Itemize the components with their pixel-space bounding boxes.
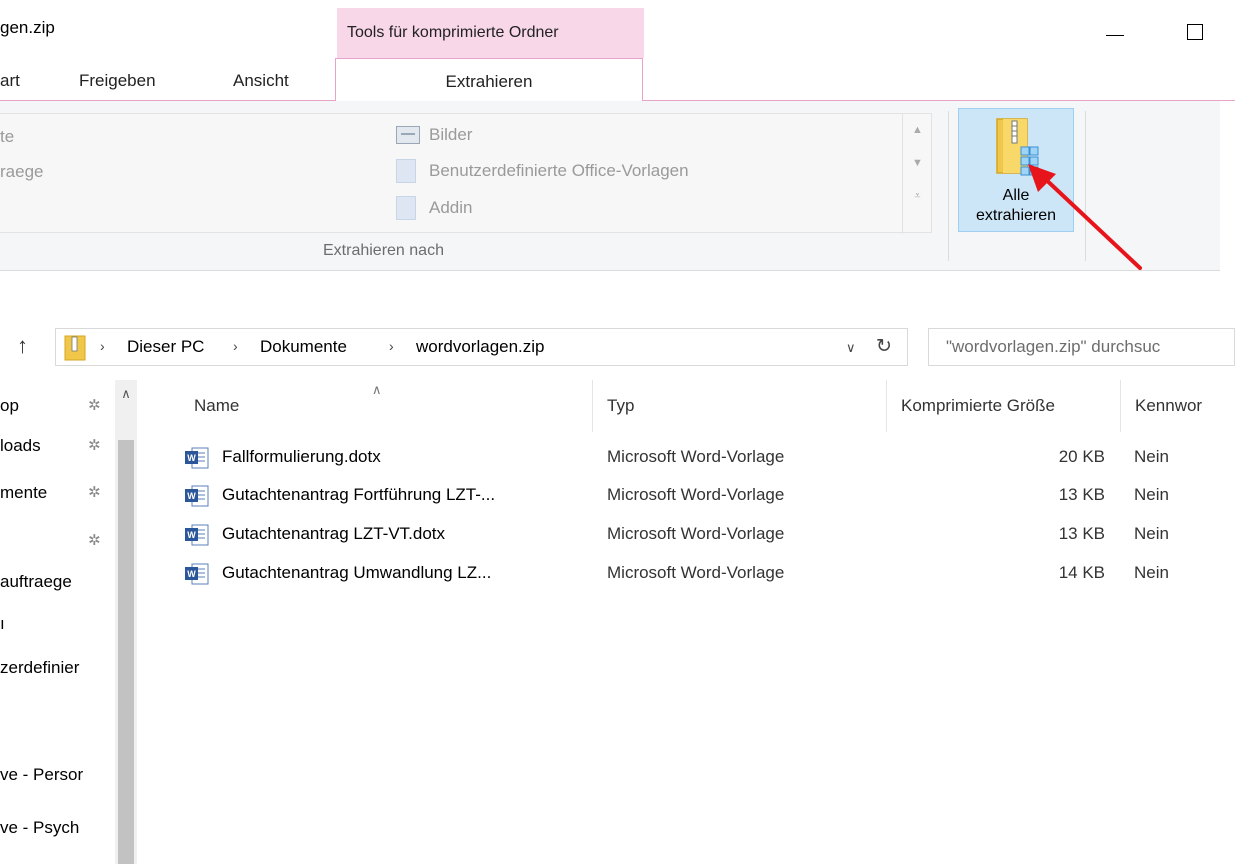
minimize-button[interactable] xyxy=(1098,14,1138,44)
breadcrumb-dieser-pc[interactable]: Dieser PC xyxy=(127,337,204,357)
file-name: Gutachtenantrag LZT-VT.dotx xyxy=(222,524,446,543)
pin-icon[interactable]: ✲ xyxy=(88,483,101,501)
nav-item[interactable]: loads xyxy=(0,436,41,456)
document-icon xyxy=(396,159,416,183)
file-type: Microsoft Word-Vorlage xyxy=(607,563,785,582)
file-type: Microsoft Word-Vorlage xyxy=(607,447,785,466)
gallery-item-left-2[interactable]: raege xyxy=(0,162,43,182)
table-row[interactable]: W Gutachtenantrag LZT-VT.dotx Microsoft … xyxy=(170,516,1235,554)
expand-gallery-icon[interactable]: ⩡ xyxy=(903,180,932,213)
chevron-right-icon[interactable]: › xyxy=(233,338,238,354)
window-title: gen.zip xyxy=(0,18,55,37)
pin-icon[interactable]: ✲ xyxy=(88,396,101,414)
gallery-scrollbar[interactable]: ▲ ▼ ⩡ xyxy=(902,114,932,234)
gallery-item-office-vorlagen[interactable]: Benutzerdefinierte Office-Vorlagen xyxy=(429,161,689,181)
title-bar: gen.zip Tools für komprimierte Ordner xyxy=(0,0,1235,58)
word-template-icon: W xyxy=(185,524,209,546)
gallery-item-bilder[interactable]: Bilder xyxy=(429,125,472,145)
table-row[interactable]: W Gutachtenantrag Fortführung LZT-... Mi… xyxy=(170,477,1235,515)
search-input[interactable]: "wordvorlagen.zip" durchsuc xyxy=(928,328,1235,366)
file-size: 13 KB xyxy=(1058,485,1105,504)
column-header-name[interactable]: Name xyxy=(194,380,239,432)
gallery-item-addin[interactable]: Addin xyxy=(429,198,472,218)
svg-text:W: W xyxy=(187,453,196,463)
pin-icon[interactable]: ✲ xyxy=(88,531,101,549)
zip-folder-icon xyxy=(64,335,86,361)
sort-ascending-icon: ∧ xyxy=(372,382,382,397)
file-size: 14 KB xyxy=(1058,563,1105,582)
table-row[interactable]: W Gutachtenantrag Umwandlung LZ... Micro… xyxy=(170,555,1235,593)
column-divider[interactable] xyxy=(1120,380,1121,432)
svg-text:W: W xyxy=(187,569,196,579)
chevron-up-icon[interactable]: ▲ xyxy=(903,114,932,147)
red-arrow-annotation xyxy=(1028,164,1142,270)
file-type: Microsoft Word-Vorlage xyxy=(607,524,785,543)
file-size: 20 KB xyxy=(1058,447,1105,466)
file-password: Nein xyxy=(1134,524,1169,543)
chevron-down-icon[interactable]: ∨ xyxy=(846,340,856,356)
word-template-icon: W xyxy=(185,563,209,585)
table-row[interactable]: W Fallformulierung.dotx Microsoft Word-V… xyxy=(170,439,1235,477)
chevron-right-icon[interactable]: › xyxy=(100,338,105,354)
column-header-type[interactable]: Typ xyxy=(607,380,634,432)
file-name: Gutachtenantrag Umwandlung LZ... xyxy=(222,563,492,582)
navigation-pane: op ✲ loads ✲ mente ✲ ✲ auftraege ı zerde… xyxy=(0,380,150,864)
file-name: Gutachtenantrag Fortführung LZT-... xyxy=(222,485,496,504)
file-name: Fallformulierung.dotx xyxy=(222,447,381,466)
chevron-right-icon[interactable]: › xyxy=(389,338,394,354)
tab-extrahieren[interactable]: Extrahieren xyxy=(335,58,643,102)
nav-item[interactable]: mente xyxy=(0,483,47,503)
svg-text:W: W xyxy=(187,530,196,540)
breadcrumb-wordvorlagen-zip[interactable]: wordvorlagen.zip xyxy=(416,337,545,357)
word-template-icon: W xyxy=(185,447,209,469)
up-arrow-icon[interactable]: ↑ xyxy=(17,333,28,359)
nav-scrollbar[interactable]: ∧ xyxy=(115,380,137,864)
nav-item[interactable]: op xyxy=(0,396,19,416)
nav-scrollbar-thumb[interactable] xyxy=(118,440,134,864)
file-size: 13 KB xyxy=(1058,524,1105,543)
document-icon xyxy=(396,196,416,220)
word-template-icon: W xyxy=(185,485,209,507)
file-password: Nein xyxy=(1134,485,1169,504)
chevron-down-icon[interactable]: ▼ xyxy=(903,147,932,180)
group-label-extract-to: Extrahieren nach xyxy=(323,242,444,259)
refresh-icon[interactable]: ↻ xyxy=(876,335,892,358)
pin-icon[interactable]: ✲ xyxy=(88,436,101,454)
ribbon-tab-row: art Freigeben Ansicht Extrahieren xyxy=(0,58,1235,102)
nav-item[interactable]: zerdefinier xyxy=(0,658,79,678)
chevron-up-icon[interactable]: ∧ xyxy=(115,386,137,402)
gallery-item-left-1[interactable]: te xyxy=(0,127,14,147)
file-type: Microsoft Word-Vorlage xyxy=(607,485,785,504)
tab-ansicht[interactable]: Ansicht xyxy=(233,58,289,101)
tab-start[interactable]: art xyxy=(0,58,20,101)
extract-to-gallery: te raege Bilder Benutzerdefinierte Offic… xyxy=(0,113,932,234)
file-password: Nein xyxy=(1134,563,1169,582)
tab-freigeben[interactable]: Freigeben xyxy=(79,58,156,101)
svg-text:W: W xyxy=(187,491,196,501)
file-password: Nein xyxy=(1134,447,1169,466)
nav-item[interactable]: auftraege xyxy=(0,572,72,592)
context-tab-group-label: Tools für komprimierte Ordner xyxy=(337,8,644,58)
maximize-button[interactable] xyxy=(1178,14,1218,44)
breadcrumb-dokumente[interactable]: Dokumente xyxy=(260,337,347,357)
pictures-folder-icon xyxy=(396,126,420,144)
column-divider[interactable] xyxy=(886,380,887,432)
ribbon-divider xyxy=(948,111,949,261)
column-header-compressed-size[interactable]: Komprimierte Größe xyxy=(901,380,1055,432)
nav-item[interactable]: ve - Psych xyxy=(0,818,79,838)
column-divider[interactable] xyxy=(592,380,593,432)
address-bar-row: ↑ › Dieser PC › Dokumente › wordvorlagen… xyxy=(0,323,1235,371)
nav-item[interactable]: ı xyxy=(0,614,5,634)
address-bar[interactable]: › Dieser PC › Dokumente › wordvorlagen.z… xyxy=(55,328,908,366)
search-placeholder: "wordvorlagen.zip" durchsuc xyxy=(946,337,1161,356)
nav-item[interactable]: ve - Persor xyxy=(0,765,83,785)
column-header-password[interactable]: Kennwor xyxy=(1135,380,1202,432)
